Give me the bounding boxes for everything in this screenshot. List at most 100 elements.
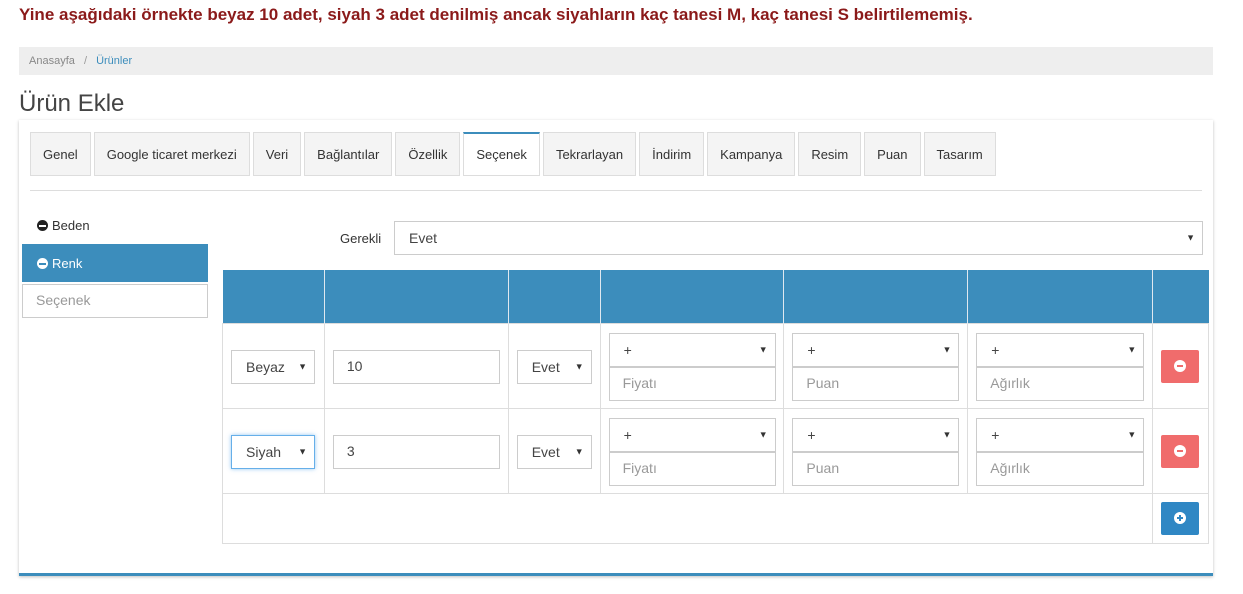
table-header-cell xyxy=(783,270,969,323)
tab-indirim[interactable]: İndirim xyxy=(639,132,705,176)
weight-prefix-value: + xyxy=(991,426,1000,443)
option-sidebar: Beden Renk Seçenek xyxy=(22,206,208,318)
table-header-cell xyxy=(1152,270,1209,323)
remove-row-button[interactable] xyxy=(1161,434,1200,468)
tab-secenek[interactable]: Seçenek xyxy=(463,132,540,176)
minus-circle-icon[interactable] xyxy=(37,257,48,269)
quantity-input[interactable]: 3 xyxy=(332,434,500,469)
chevron-down-icon: ▼ xyxy=(942,344,952,354)
subtract-select[interactable]: Evet ▼ xyxy=(516,349,592,384)
chevron-down-icon: ▼ xyxy=(1127,429,1137,439)
quantity-input[interactable]: 10 xyxy=(332,349,500,384)
option-value-text: Beyaz xyxy=(246,358,285,375)
table-header-cell xyxy=(600,270,785,323)
table-header-row xyxy=(222,270,1209,323)
minus-circle-icon xyxy=(1174,445,1187,457)
tab-ozellik[interactable]: Özellik xyxy=(395,132,461,176)
points-input[interactable]: Puan xyxy=(792,451,960,486)
required-select-value: Evet xyxy=(409,230,438,246)
tab-veri[interactable]: Veri xyxy=(252,132,302,176)
table-header-cell xyxy=(508,270,601,323)
weight-input[interactable]: Ağırlık xyxy=(976,366,1145,401)
price-prefix-value: + xyxy=(623,341,632,358)
option-values-table: Beyaz ▼ 10 Evet ▼ + ▼ Fiyatı + ▼ Puan + … xyxy=(221,270,1209,544)
breadcrumb-home[interactable]: Anasayfa xyxy=(29,55,75,67)
quantity-cell: 10 xyxy=(323,322,509,409)
tab-google-merchant[interactable]: Google ticaret merkezi xyxy=(93,132,250,176)
subtract-cell: Evet ▼ xyxy=(507,407,601,494)
weight-prefix-value: + xyxy=(991,341,1000,358)
tab-kampanya[interactable]: Kampanya xyxy=(707,132,796,176)
points-cell: + ▼ Puan xyxy=(783,407,969,494)
minus-circle-icon xyxy=(1174,360,1187,372)
breadcrumb-separator: / xyxy=(83,55,87,67)
weight-prefix-select[interactable]: + ▼ xyxy=(976,332,1145,367)
chevron-down-icon: ▼ xyxy=(298,446,307,456)
footer-spacer-cell xyxy=(221,492,1154,544)
tab-bar: Genel Google ticaret merkezi Veri Bağlan… xyxy=(30,132,999,176)
weight-input[interactable]: Ağırlık xyxy=(976,451,1145,486)
chevron-down-icon: ▼ xyxy=(1127,344,1137,354)
tab-resim[interactable]: Resim xyxy=(798,132,862,176)
quantity-cell: 3 xyxy=(323,407,509,494)
option-value-cell: Siyah ▼ xyxy=(222,407,325,494)
breadcrumb: Anasayfa / Ürünler xyxy=(19,47,1213,75)
price-input[interactable]: Fiyatı xyxy=(608,451,776,486)
subtract-select-value: Evet xyxy=(531,443,560,460)
points-prefix-select[interactable]: + ▼ xyxy=(792,417,960,452)
remove-row-button[interactable] xyxy=(1161,349,1200,383)
chevron-down-icon: ▼ xyxy=(758,429,768,439)
price-cell: + ▼ Fiyatı xyxy=(599,407,785,494)
option-value-cell: Beyaz ▼ xyxy=(222,322,325,409)
table-header-cell xyxy=(967,270,1154,323)
tab-tasarim[interactable]: Tasarım xyxy=(923,132,996,176)
required-label: Gerekli xyxy=(340,231,382,246)
breadcrumb-current[interactable]: Ürünler xyxy=(96,55,132,67)
option-search-input[interactable]: Seçenek xyxy=(22,284,208,318)
points-cell: + ▼ Puan xyxy=(783,322,969,409)
table-row: Siyah ▼ 3 Evet ▼ + ▼ Fiyatı + ▼ Puan + ▼… xyxy=(222,407,1209,494)
tabs-divider xyxy=(30,190,1202,191)
notice-text: Yine aşağıdaki örnekte beyaz 10 adet, si… xyxy=(19,5,973,24)
option-value-select[interactable]: Beyaz ▼ xyxy=(231,349,315,384)
price-cell: + ▼ Fiyatı xyxy=(599,322,785,409)
chevron-down-icon: ▼ xyxy=(574,361,584,371)
table-header-cell xyxy=(324,270,509,323)
points-prefix-value: + xyxy=(807,426,816,443)
price-prefix-select[interactable]: + ▼ xyxy=(608,417,776,452)
subtract-cell: Evet ▼ xyxy=(507,322,601,409)
sidebar-item-beden[interactable]: Beden xyxy=(22,206,208,244)
sidebar-item-renk[interactable]: Renk xyxy=(22,244,208,282)
option-value-select[interactable]: Siyah ▼ xyxy=(231,434,315,469)
tab-puan[interactable]: Puan xyxy=(864,132,921,176)
chevron-down-icon: ▼ xyxy=(298,361,307,371)
weight-prefix-select[interactable]: + ▼ xyxy=(976,417,1145,452)
minus-circle-icon[interactable] xyxy=(37,219,48,231)
add-row-button[interactable] xyxy=(1161,501,1200,535)
table-footer-row xyxy=(221,492,1209,544)
table-header-cell xyxy=(222,270,325,323)
chevron-down-icon: ▼ xyxy=(574,446,584,456)
action-cell xyxy=(1152,322,1209,409)
weight-cell: + ▼ Ağırlık xyxy=(967,407,1154,494)
sidebar-item-label: Beden xyxy=(52,217,90,233)
subtract-select-value: Evet xyxy=(531,358,560,375)
weight-cell: + ▼ Ağırlık xyxy=(967,322,1154,409)
points-prefix-select[interactable]: + ▼ xyxy=(792,332,960,367)
sidebar-item-label: Renk xyxy=(52,255,83,271)
add-cell xyxy=(1152,492,1209,544)
action-cell xyxy=(1152,407,1209,494)
subtract-select[interactable]: Evet ▼ xyxy=(516,434,592,469)
points-prefix-value: + xyxy=(807,341,816,358)
price-prefix-select[interactable]: + ▼ xyxy=(608,332,776,367)
points-input[interactable]: Puan xyxy=(792,366,960,401)
tab-genel[interactable]: Genel xyxy=(30,132,91,176)
page-title: Ürün Ekle xyxy=(19,90,125,117)
tab-baglantilar[interactable]: Bağlantılar xyxy=(304,132,393,176)
product-form-panel: Genel Google ticaret merkezi Veri Bağlan… xyxy=(19,120,1213,576)
tab-tekrarlayan[interactable]: Tekrarlayan xyxy=(542,132,637,176)
chevron-down-icon: ▼ xyxy=(942,429,952,439)
price-input[interactable]: Fiyatı xyxy=(608,366,776,401)
table-row: Beyaz ▼ 10 Evet ▼ + ▼ Fiyatı + ▼ Puan + … xyxy=(222,322,1209,409)
required-select[interactable]: Evet ▼ xyxy=(394,221,1203,255)
